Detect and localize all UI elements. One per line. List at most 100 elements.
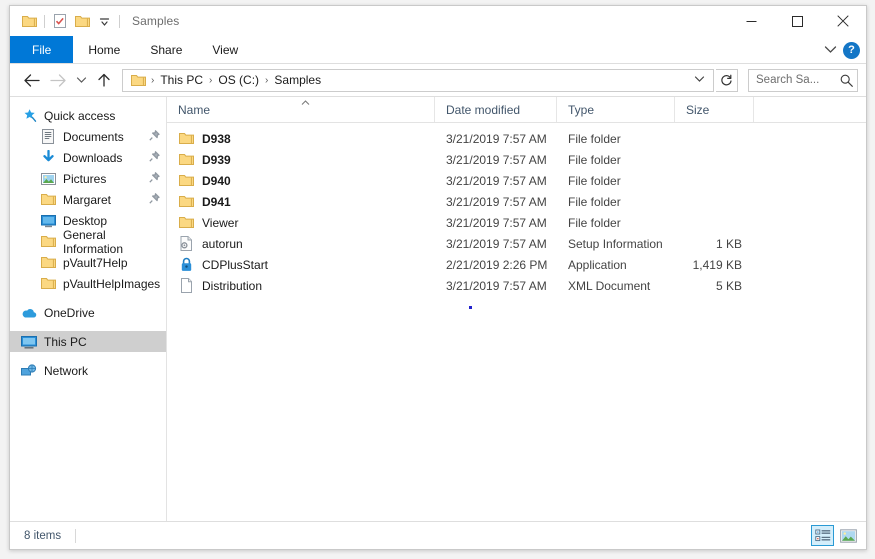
- title-bar: Samples: [10, 6, 866, 36]
- file-name-label: D938: [202, 131, 231, 146]
- properties-icon[interactable]: [49, 10, 71, 32]
- table-row[interactable]: Viewer 3/21/2019 7:57 AM File folder: [167, 212, 866, 233]
- tab-file[interactable]: File: [10, 36, 74, 63]
- onedrive-icon: [21, 305, 37, 321]
- tab-view[interactable]: View: [197, 36, 253, 63]
- file-size-cell: 1,419 KB: [692, 257, 742, 272]
- pin-icon[interactable]: [149, 129, 160, 144]
- sidebar-label: Margaret: [63, 192, 112, 207]
- tab-home[interactable]: Home: [73, 36, 135, 63]
- ribbon-right-controls: ?: [824, 36, 860, 64]
- status-bar: 8 items: [10, 521, 866, 549]
- pin-icon[interactable]: [149, 192, 160, 207]
- view-toggle-group: [811, 525, 860, 546]
- sort-ascending-icon: [301, 98, 310, 108]
- file-name-label: Viewer: [202, 215, 239, 230]
- sidebar-item-pictures[interactable]: Pictures: [10, 168, 166, 189]
- explorer-body: Quick access Documents Downloads Picture…: [10, 96, 866, 521]
- explorer-window: Samples File Home Share View ? › This PC…: [9, 5, 867, 550]
- table-row[interactable]: D939 3/21/2019 7:57 AM File folder: [167, 149, 866, 170]
- large-icons-view-button[interactable]: [837, 525, 860, 546]
- file-type-cell: File folder: [568, 194, 621, 209]
- toolbar-divider: [44, 14, 45, 28]
- breadcrumb-separator-1[interactable]: ›: [207, 75, 214, 86]
- folder-icon: [178, 131, 194, 147]
- pin-icon[interactable]: [149, 171, 160, 186]
- folder-icon: [178, 173, 194, 189]
- file-size-cell: 5 KB: [715, 278, 742, 293]
- ribbon-collapse-icon[interactable]: [824, 41, 837, 59]
- sidebar-item-quick-access[interactable]: Quick access: [10, 105, 166, 126]
- file-type-cell: Setup Information: [568, 236, 663, 251]
- file-name-label: D940: [202, 173, 231, 188]
- breadcrumb-separator-2[interactable]: ›: [263, 75, 270, 86]
- column-header-filler: [754, 97, 866, 122]
- minimize-button[interactable]: [728, 6, 774, 36]
- maximize-button[interactable]: [774, 6, 820, 36]
- address-bar: › This PC › OS (C:) › Samples: [10, 64, 866, 96]
- table-row[interactable]: Distribution 3/21/2019 7:57 AM XML Docum…: [167, 275, 866, 296]
- pin-icon[interactable]: [149, 150, 160, 165]
- sidebar-item-this-pc[interactable]: This PC: [10, 331, 166, 352]
- table-row[interactable]: D938 3/21/2019 7:57 AM File folder: [167, 128, 866, 149]
- column-header-row: Name Date modified Type Size: [167, 97, 866, 123]
- help-icon[interactable]: ?: [843, 41, 860, 59]
- new-folder-icon[interactable]: [71, 10, 93, 32]
- folder-icon[interactable]: [18, 10, 40, 32]
- file-date-cell: 3/21/2019 7:57 AM: [446, 152, 547, 167]
- sidebar-item-onedrive[interactable]: OneDrive: [10, 302, 166, 323]
- breadcrumb-this-pc[interactable]: This PC: [156, 71, 207, 89]
- breadcrumb-os-c[interactable]: OS (C:): [214, 71, 263, 89]
- sidebar-item-downloads[interactable]: Downloads: [10, 147, 166, 168]
- search-icon[interactable]: [840, 74, 853, 87]
- document-icon: [178, 278, 194, 294]
- column-header-type[interactable]: Type: [557, 97, 675, 122]
- sidebar-item-margaret[interactable]: Margaret: [10, 189, 166, 210]
- sidebar-item-general-information[interactable]: General Information: [10, 228, 166, 256]
- refresh-button[interactable]: [716, 68, 738, 92]
- sidebar-label: Desktop: [63, 213, 108, 228]
- file-name-cell: D940: [167, 173, 435, 189]
- table-row[interactable]: D941 3/21/2019 7:57 AM File folder: [167, 191, 866, 212]
- column-header-size[interactable]: Size: [675, 97, 754, 122]
- file-date-cell: 3/21/2019 7:57 AM: [446, 194, 547, 209]
- close-button[interactable]: [820, 6, 866, 36]
- item-count-label: 8 items: [24, 529, 62, 542]
- setup-info-icon: [178, 236, 194, 252]
- search-input[interactable]: [756, 74, 840, 86]
- file-date-cell: 3/21/2019 7:57 AM: [446, 131, 547, 146]
- up-button[interactable]: [92, 68, 116, 92]
- tab-share[interactable]: Share: [135, 36, 197, 63]
- file-list-pane: Name Date modified Type Size D938 3/21/2…: [167, 97, 866, 521]
- file-name-cell: autorun: [167, 236, 435, 252]
- file-name-label: D941: [202, 194, 231, 209]
- breadcrumb-samples[interactable]: Samples: [270, 71, 325, 89]
- sidebar-label: Pictures: [63, 171, 107, 186]
- details-view-button[interactable]: [811, 525, 834, 546]
- breadcrumb-separator-0[interactable]: ›: [149, 75, 156, 86]
- table-row[interactable]: D940 3/21/2019 7:57 AM File folder: [167, 170, 866, 191]
- column-header-name-label: Name: [178, 102, 211, 117]
- sidebar-item-pvault7help[interactable]: pVault7Help: [10, 252, 166, 273]
- file-type-cell: XML Document: [568, 278, 651, 293]
- breadcrumb-bar[interactable]: › This PC › OS (C:) › Samples: [122, 68, 714, 92]
- search-box[interactable]: [748, 68, 858, 92]
- quick-access-toolbar: [10, 10, 124, 32]
- star-pin-icon: [21, 108, 37, 124]
- column-header-date-modified[interactable]: Date modified: [435, 97, 557, 122]
- sidebar-item-documents[interactable]: Documents: [10, 126, 166, 147]
- back-button[interactable]: [20, 68, 44, 92]
- table-row[interactable]: autorun 3/21/2019 7:57 AM Setup Informat…: [167, 233, 866, 254]
- recent-locations-button[interactable]: [72, 68, 90, 92]
- sidebar-label: Network: [44, 363, 89, 378]
- sidebar-item-pvaulthelpimages[interactable]: pVaultHelpImages: [10, 273, 166, 294]
- sidebar-item-network[interactable]: Network: [10, 360, 166, 381]
- forward-button[interactable]: [46, 68, 70, 92]
- chevron-down-icon[interactable]: [93, 10, 115, 32]
- address-dropdown-icon[interactable]: [688, 75, 711, 86]
- ribbon-tab-bar: File Home Share View ?: [10, 36, 866, 64]
- column-header-name[interactable]: Name: [167, 97, 435, 122]
- table-row[interactable]: CDPlusStart 2/21/2019 2:26 PM Applicatio…: [167, 254, 866, 275]
